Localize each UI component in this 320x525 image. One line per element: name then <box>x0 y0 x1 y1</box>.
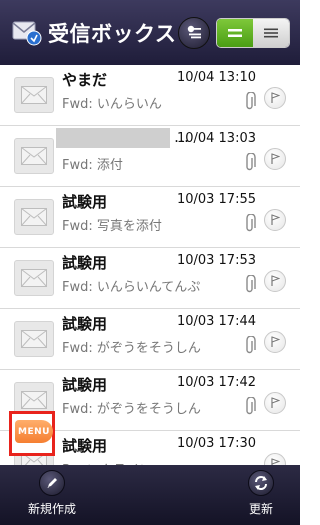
page-title: 受信ボックス <box>48 21 177 46</box>
refresh-button[interactable]: 更新 <box>248 465 274 525</box>
sender-name: 試験用 <box>62 437 108 455</box>
message-subject: Fwd: 写真を添付 <box>62 219 162 234</box>
header-bar: 受信ボックス <box>0 0 300 65</box>
sender-name: 試験用 <box>62 376 108 394</box>
sender-name: 試験用 <box>62 254 108 272</box>
message-date: 10/03 17:53 <box>176 253 256 268</box>
list-view-icon <box>228 28 242 37</box>
redacted-sender <box>56 128 170 148</box>
message-subject: Fwd: 添付 <box>62 158 123 173</box>
attachment-icon <box>244 91 256 112</box>
flag-icon[interactable] <box>264 209 286 231</box>
pencil-icon <box>39 470 65 496</box>
message-subject: Fwd: いんらいん <box>62 97 162 112</box>
envelope-icon <box>14 321 54 357</box>
flag-icon[interactable] <box>264 270 286 292</box>
message-date: 10/03 17:55 <box>176 192 256 207</box>
compose-label: 新規作成 <box>28 502 77 516</box>
attachment-icon <box>244 213 256 234</box>
message-row[interactable]: 試験用 10/03 17:55 Fwd: 写真を添付 <box>0 187 300 248</box>
flag-icon[interactable] <box>264 148 286 170</box>
envelope-icon <box>14 199 54 235</box>
view-toggle[interactable] <box>216 17 290 48</box>
sender-name: 試験用 <box>62 315 108 333</box>
message-date: 10/03 17:44 <box>176 314 256 329</box>
message-date: 10/03 17:42 <box>176 375 256 390</box>
message-row[interactable]: … 10/04 13:03 Fwd: 添付 <box>0 126 300 187</box>
flag-icon[interactable] <box>264 331 286 353</box>
compose-button[interactable]: 新規作成 <box>28 465 76 525</box>
attachment-icon <box>244 274 256 295</box>
bottom-toolbar: 新規作成 更新 <box>0 465 300 525</box>
message-date: 10/03 17:30 <box>176 436 256 451</box>
message-list: やまだ 10/04 13:10 Fwd: いんらいん… 10/04 13:03 Fwd:… <box>0 65 300 465</box>
flag-icon[interactable] <box>264 453 286 465</box>
sender-name: 試験用 <box>62 193 108 211</box>
message-date: 10/04 13:03 <box>176 131 256 146</box>
detail-view-icon <box>264 28 278 37</box>
filter-button[interactable] <box>178 16 210 49</box>
attachment-icon <box>244 396 256 417</box>
filter-icon <box>187 25 201 38</box>
message-subject: Fwd: がぞうをそうしん <box>62 341 201 356</box>
message-row[interactable]: 試験用 10/03 17:44 Fwd: がぞうをそうしん <box>0 309 300 370</box>
refresh-icon <box>248 470 274 496</box>
message-subject: Fwd: がぞうをそうしん <box>62 402 201 417</box>
message-date: 10/04 13:10 <box>176 70 256 85</box>
list-view-button[interactable] <box>217 18 253 47</box>
flag-icon[interactable] <box>264 87 286 109</box>
mail-inbox-icon <box>12 19 42 47</box>
envelope-icon <box>14 138 54 174</box>
detail-view-button[interactable] <box>253 18 289 47</box>
menu-tab[interactable]: MENU <box>9 411 55 456</box>
envelope-icon <box>14 260 54 296</box>
refresh-label: 更新 <box>248 502 273 516</box>
attachment-icon <box>244 335 256 356</box>
flag-icon[interactable] <box>264 392 286 414</box>
sender-name: やまだ <box>62 71 108 89</box>
message-row[interactable]: やまだ 10/04 13:10 Fwd: いんらいん <box>0 65 300 126</box>
message-subject: Fwd: いんらいんてんぷ <box>62 280 201 295</box>
attachment-icon <box>244 152 256 173</box>
menu-tab-label: MENU <box>15 420 53 443</box>
message-row[interactable]: 試験用 10/03 17:53 Fwd: いんらいんてんぷ <box>0 248 300 309</box>
envelope-icon <box>14 77 54 113</box>
